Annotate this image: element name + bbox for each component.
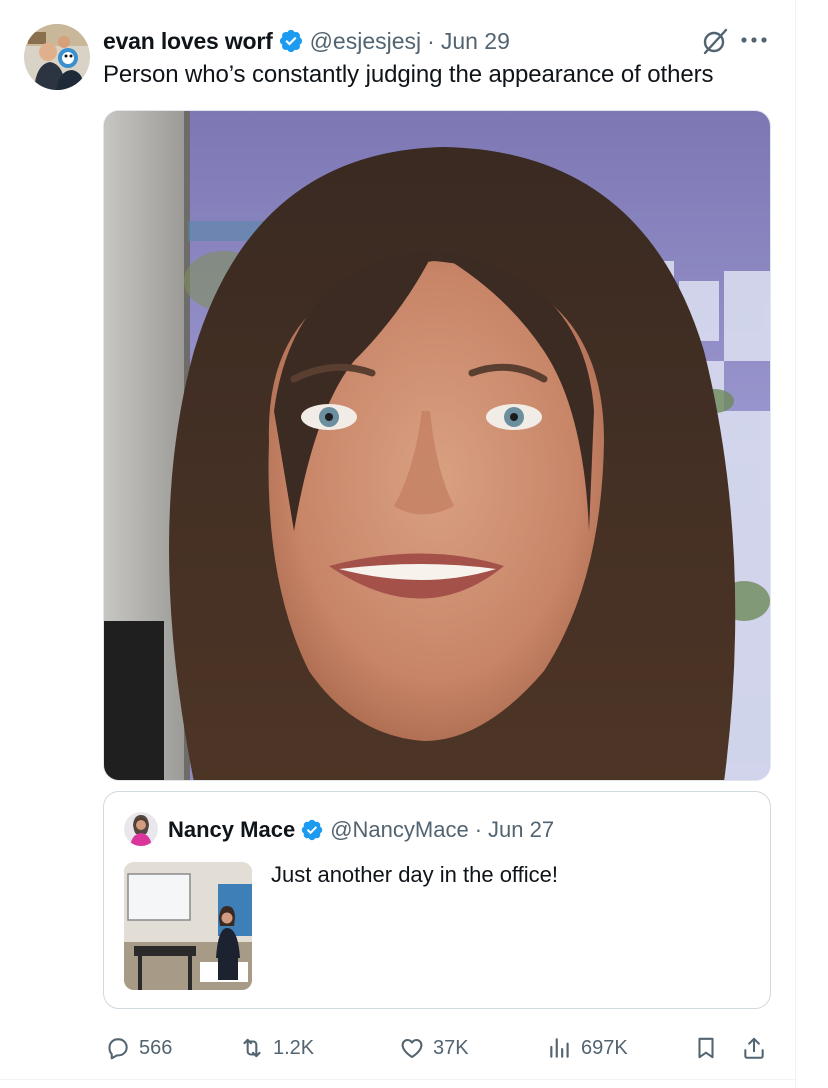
- quoted-author-avatar[interactable]: [124, 812, 158, 846]
- views-count: 697K: [581, 1036, 628, 1059]
- like-button[interactable]: 37K: [399, 1032, 469, 1064]
- views-button[interactable]: 697K: [547, 1032, 628, 1064]
- verified-icon: [279, 29, 302, 53]
- tweet-photo-image: [104, 111, 770, 780]
- bookmark-icon: [698, 1037, 714, 1059]
- tweet-date[interactable]: Jun 29: [441, 28, 510, 55]
- tweet-photo[interactable]: [103, 110, 771, 781]
- quoted-tweet-text: Just another day in the office!: [271, 862, 558, 887]
- author-avatar-image: [24, 24, 90, 90]
- repost-count: 1.2K: [273, 1036, 315, 1059]
- repost-icon: [243, 1038, 261, 1058]
- quoted-tweet-date[interactable]: Jun 27: [488, 817, 554, 843]
- more-icon[interactable]: [738, 34, 770, 46]
- quoted-thumbnail[interactable]: [124, 862, 252, 990]
- action-bar: 566 1.2K 37K 697K: [103, 1026, 771, 1070]
- grok-icon[interactable]: [700, 26, 730, 56]
- tweet-divider: [0, 1079, 796, 1080]
- verified-icon: [301, 819, 323, 841]
- separator-dot: ·: [427, 27, 435, 54]
- share-icon: [744, 1037, 764, 1059]
- column-divider: [795, 0, 796, 1088]
- like-count: 37K: [433, 1036, 469, 1059]
- quoted-thumbnail-image: [124, 862, 252, 990]
- separator-dot: ·: [474, 817, 483, 842]
- quoted-tweet[interactable]: Nancy Mace @NancyMace · Jun 27 Just anot…: [103, 791, 771, 1009]
- reply-button[interactable]: 566: [105, 1032, 172, 1064]
- author-name[interactable]: evan loves worf: [103, 28, 273, 55]
- author-avatar[interactable]: [24, 24, 90, 90]
- tweet-text: Person who’s constantly judging the appe…: [103, 61, 714, 88]
- quoted-author-name[interactable]: Nancy Mace: [168, 817, 295, 843]
- tweet-header: evan loves worf @esjesjesj · Jun 29: [103, 24, 510, 58]
- quoted-avatar-image: [124, 812, 158, 846]
- reply-icon: [108, 1038, 128, 1060]
- like-icon: [401, 1038, 423, 1059]
- share-button[interactable]: [741, 1032, 767, 1064]
- bookmark-button[interactable]: [693, 1032, 719, 1064]
- reply-count: 566: [139, 1036, 173, 1059]
- quoted-header: Nancy Mace @NancyMace · Jun 27: [168, 814, 554, 846]
- author-handle[interactable]: @esjesjesj: [310, 28, 422, 55]
- views-icon: [550, 1038, 569, 1058]
- quoted-author-handle[interactable]: @NancyMace: [330, 817, 469, 843]
- repost-button[interactable]: 1.2K: [239, 1032, 314, 1064]
